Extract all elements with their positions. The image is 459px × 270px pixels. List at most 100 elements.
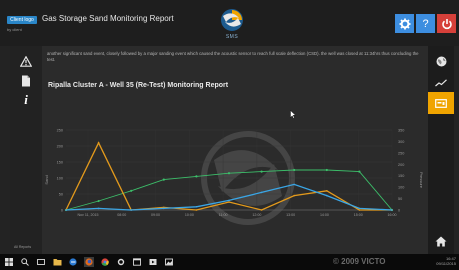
series-point: [325, 168, 328, 172]
y2-tick-label: 350: [398, 129, 404, 133]
app-window: Client logo by client Gas Storage Sand M…: [0, 0, 459, 270]
y2-tick-label: 250: [398, 151, 404, 155]
app-title: Gas Storage Sand Monitoring Report: [42, 14, 174, 23]
series-point: [391, 209, 393, 211]
os-taskbar: © 2009 VICTO 16:47 09/11/2015: [0, 254, 459, 270]
series-point: [162, 178, 165, 181]
series-point: [293, 168, 296, 172]
y2-tick-label: 200: [398, 163, 404, 167]
series-point: [97, 199, 100, 203]
x-tick-label: 15:00: [354, 213, 363, 217]
header-bar: Client logo by client Gas Storage Sand M…: [0, 0, 459, 46]
series-point: [358, 209, 361, 211]
task-view-icon: [37, 259, 45, 265]
series-point: [228, 201, 230, 203]
series-point: [130, 209, 132, 211]
cog-icon: [117, 258, 125, 266]
left-sidebar: i All Reports: [10, 46, 42, 254]
trend-icon[interactable]: [428, 72, 454, 94]
globe-icon[interactable]: [428, 50, 454, 72]
monitor-tab[interactable]: [428, 92, 454, 114]
taskbar-app-photos[interactable]: [164, 257, 174, 267]
monitor-icon: [435, 98, 447, 108]
media-icon: [149, 259, 157, 265]
taskbar-app-firefox[interactable]: [84, 257, 94, 267]
home-icon[interactable]: [428, 230, 454, 252]
gear-icon: [399, 18, 410, 29]
all-reports-link[interactable]: All Reports: [14, 245, 31, 249]
y2-tick-label: 100: [398, 186, 404, 190]
series-point: [97, 207, 100, 210]
series-point: [326, 194, 328, 197]
x-tick-label: 12:00: [252, 213, 261, 217]
report-notes: another significant sand event, closely …: [47, 51, 419, 62]
photo-icon: [165, 258, 173, 266]
warning-icon[interactable]: [19, 54, 33, 68]
series-point: [227, 172, 231, 175]
search-icon: [21, 258, 29, 266]
series-point: [228, 199, 230, 202]
report-title: Ripalla Cluster A - Well 35 (Re-Test) Mo…: [48, 82, 229, 89]
series-line-3: [65, 183, 393, 211]
y-tick-label: 50: [59, 193, 63, 197]
y-axis-label: Sand: [44, 175, 49, 184]
search-button[interactable]: [20, 257, 30, 267]
power-button[interactable]: [437, 14, 456, 33]
series-point: [163, 207, 165, 210]
y2-tick-label: 150: [398, 174, 404, 178]
taskbar-app-media[interactable]: [148, 257, 158, 267]
chrome-icon: [101, 258, 109, 266]
client-logo-caption: by client: [7, 27, 22, 32]
y2-axis-label: Pressure: [419, 172, 424, 189]
series-point: [195, 209, 198, 211]
y-tick-label: 250: [57, 129, 63, 133]
help-icon: ?: [422, 17, 429, 30]
folder-icon: [53, 259, 61, 266]
right-sidebar: [428, 46, 454, 254]
series-point: [130, 189, 133, 192]
clock-date: 09/11/2015: [436, 261, 456, 266]
series-point: [65, 209, 67, 211]
window-icon: [133, 258, 141, 266]
x-tick-label: 11:00: [219, 213, 228, 217]
series-point: [293, 194, 295, 197]
y-tick-label: 100: [57, 177, 63, 181]
info-icon[interactable]: i: [19, 92, 33, 107]
taskbar-app-edge[interactable]: [68, 257, 78, 267]
y2-tick-label: 50: [398, 197, 402, 201]
logo-text: SMS: [225, 34, 239, 40]
series-point: [260, 209, 263, 211]
sms-logo: SMS: [217, 8, 247, 42]
start-button[interactable]: [4, 257, 14, 267]
firefox-icon: [85, 258, 93, 266]
x-tick-label: 08:00: [117, 213, 126, 217]
monitoring-chart: 250 200 150 100 50 0 350 300 250 200 150 100 50 0 No…: [44, 129, 424, 225]
video-watermark: © 2009 VICTO: [333, 257, 386, 266]
taskbar-app-settings[interactable]: [116, 257, 126, 267]
y-tick-label: 200: [57, 145, 63, 149]
taskview-button[interactable]: [36, 257, 46, 267]
series-point: [260, 170, 263, 173]
report-panel: another significant sand event, closely …: [42, 46, 428, 254]
series-point: [260, 191, 263, 194]
power-icon: [441, 18, 452, 29]
taskbar-app-window[interactable]: [132, 257, 142, 267]
y2-tick-label: 300: [398, 140, 404, 144]
series-point: [97, 142, 100, 144]
taskbar-clock[interactable]: 16:47 09/11/2015: [430, 256, 456, 266]
series-point: [358, 170, 361, 173]
settings-button[interactable]: [395, 14, 414, 33]
windows-icon: [5, 258, 13, 266]
taskbar-app-chrome[interactable]: [100, 257, 110, 267]
document-icon[interactable]: [19, 74, 33, 88]
series-point: [195, 175, 198, 178]
x-tick-label: Nov 11, 2015: [77, 213, 98, 217]
help-button[interactable]: ?: [416, 14, 435, 33]
x-tick-label: 09:00: [151, 213, 160, 217]
client-logo-badge: Client logo: [7, 16, 37, 24]
x-tick-label: 14:00: [320, 213, 329, 217]
taskbar-app-explorer[interactable]: [52, 257, 62, 267]
x-tick-label: 16:00: [388, 213, 397, 217]
series-point: [293, 183, 295, 186]
browser-icon: [69, 258, 77, 266]
